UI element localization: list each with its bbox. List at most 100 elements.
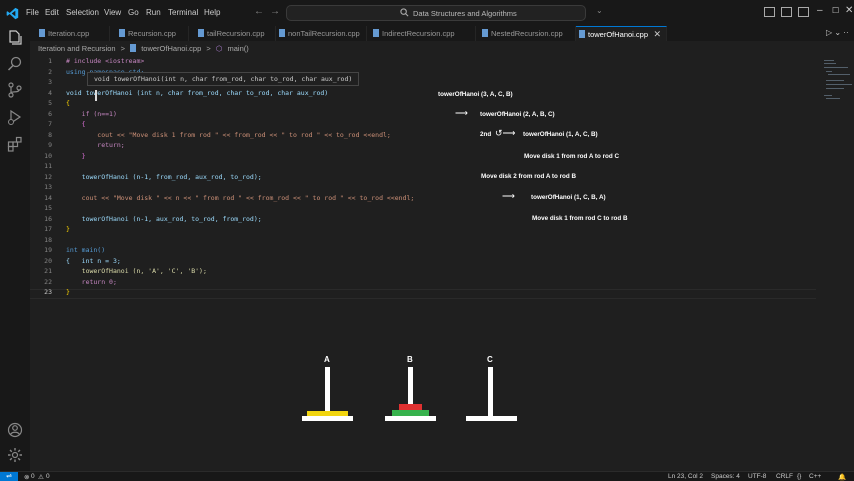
menu-go[interactable]: Go (128, 8, 139, 17)
minimap-line (826, 88, 844, 89)
line-number: 4 (48, 88, 52, 97)
menu-view[interactable]: View (104, 8, 121, 17)
menu-selection[interactable]: Selection (66, 8, 99, 17)
run-and-debug-icon[interactable] (7, 109, 23, 125)
source-control-icon[interactable] (7, 82, 23, 98)
problems-warning-count[interactable]: 0 (46, 473, 50, 480)
chevron-down-icon[interactable]: ⌄ (596, 6, 603, 15)
current-line-highlight (30, 289, 816, 299)
peg-label-a: A (324, 355, 330, 364)
line-number: 5 (48, 99, 52, 107)
tab-indirect-recursion[interactable]: IndirectRecursion.cpp (367, 26, 476, 41)
annotation-call-3: towerOfHanoi (1, A, C, B) (523, 131, 598, 138)
language-mode[interactable]: C++ (809, 473, 821, 480)
eol-setting[interactable]: CRLF (776, 473, 793, 480)
breadcrumb: Iteration and Recursion > towerOfHanoi.c… (30, 41, 854, 55)
run-code-icon[interactable]: ▷ ⌄ ·· (826, 28, 849, 37)
code-line: towerOfHanoi (n, 'A', 'C', 'B'); (66, 267, 207, 275)
line-number: 13 (44, 183, 52, 191)
toggle-primary-sidebar-icon[interactable] (764, 7, 775, 17)
forward-arrow-icon[interactable]: → (270, 6, 280, 17)
remote-indicator-icon[interactable]: ⇌ (0, 472, 18, 481)
search-icon[interactable] (7, 56, 23, 72)
tab-label: IndirectRecursion.cpp (382, 29, 455, 38)
back-arrow-icon[interactable]: ← (254, 6, 264, 17)
menu-help[interactable]: Help (204, 8, 220, 17)
menu-run[interactable]: Run (146, 8, 161, 17)
breadcrumb-symbol[interactable]: main() (227, 44, 248, 53)
disk-large (307, 411, 348, 416)
minimap[interactable] (816, 55, 854, 471)
code-line: cout << "Move disk 1 from rod " << from_… (66, 130, 391, 139)
activity-bar (0, 26, 30, 471)
notifications-bell-icon[interactable]: 🔔 (838, 473, 846, 481)
encoding-setting[interactable]: UTF-8 (748, 473, 766, 480)
breadcrumb-folder[interactable]: Iteration and Recursion (38, 44, 116, 53)
tab-nested-recursion[interactable]: NestedRecursion.cpp (476, 26, 576, 41)
breadcrumb-file[interactable]: towerOfHanoi.cpp (141, 44, 201, 53)
problems-error-icon[interactable]: ⊗ (24, 473, 29, 481)
tab-iteration[interactable]: Iteration.cpp (30, 26, 110, 41)
line-number: 17 (44, 225, 52, 233)
line-number: 10 (44, 151, 52, 160)
close-tab-icon[interactable]: ✕ (653, 29, 661, 40)
line-number: 7 (48, 120, 52, 128)
line-number: 22 (44, 277, 52, 286)
problems-error-count[interactable]: 0 (31, 473, 35, 480)
problems-warning-icon[interactable]: ⚠ (38, 473, 44, 481)
code-line: { int n = 3; (66, 256, 121, 265)
manage-gear-icon[interactable] (7, 447, 23, 463)
tab-recursion[interactable]: Recursion.cpp (110, 26, 189, 41)
language-braces-icon: {} (797, 473, 802, 480)
line-number: 8 (48, 130, 52, 139)
code-line: } (66, 225, 70, 233)
toggle-panel-icon[interactable] (781, 7, 792, 17)
peg-label-b: B (407, 355, 413, 364)
annotation-move-1: Move disk 1 from rod A to rod C (524, 153, 620, 160)
tab-label: Recursion.cpp (128, 29, 176, 38)
tab-tail-recursion[interactable]: tailRecursion.cpp (189, 26, 276, 41)
line-number: 15 (44, 204, 52, 212)
disk-medium (392, 410, 429, 416)
tab-tower-of-hanoi[interactable]: towerOfHanoi.cpp ✕ (576, 26, 667, 41)
minimap-line (824, 95, 832, 96)
peg-b-base (385, 416, 436, 421)
function-symbol-icon: ⬡ (215, 44, 223, 53)
line-number: 14 (44, 193, 52, 202)
menu-file[interactable]: File (26, 8, 39, 17)
tab-non-tail-recursion[interactable]: nonTailRecursion.cpp (276, 26, 367, 41)
menu-edit[interactable]: Edit (45, 8, 59, 17)
menu-terminal[interactable]: Terminal (168, 8, 198, 17)
close-window-icon[interactable]: ✕ (845, 5, 853, 16)
code-line: return; (66, 141, 125, 149)
code-line: return 0; (66, 277, 117, 286)
peg-c-pole (488, 367, 493, 417)
annotation-call-2: towerOfHanoi (2, A, B, C) (480, 111, 555, 118)
minimize-icon[interactable]: – (817, 5, 823, 16)
peg-label-c: C (487, 355, 493, 364)
minimap-line (824, 67, 848, 68)
peg-a-base (302, 416, 353, 421)
line-number: 2 (48, 67, 52, 76)
minimap-line (826, 71, 832, 72)
text-cursor (95, 90, 97, 101)
cpp-file-icon (373, 29, 379, 37)
toggle-secondary-sidebar-icon[interactable] (798, 7, 809, 17)
explorer-icon[interactable] (7, 30, 23, 46)
line-number: 18 (44, 235, 52, 244)
extensions-icon[interactable] (7, 136, 23, 152)
account-icon[interactable] (7, 422, 23, 438)
breadcrumb-separator: > (206, 44, 211, 53)
minimap-line (828, 74, 850, 75)
line-number: 20 (44, 256, 52, 265)
maximize-icon[interactable]: ☐ (832, 6, 839, 15)
cursor-position[interactable]: Ln 23, Col 2 (668, 473, 703, 480)
indentation-setting[interactable]: Spaces: 4 (711, 473, 740, 480)
line-number: 16 (44, 214, 52, 223)
disk-small (399, 404, 422, 410)
code-line: void towerOfHanoi (int n, char from_rod,… (66, 88, 329, 97)
line-number: 19 (44, 246, 52, 254)
code-editor[interactable] (30, 55, 816, 471)
arrow-right-icon: ⟶ (455, 108, 468, 118)
command-center-search[interactable]: Data Structures and Algorithms (286, 5, 586, 21)
